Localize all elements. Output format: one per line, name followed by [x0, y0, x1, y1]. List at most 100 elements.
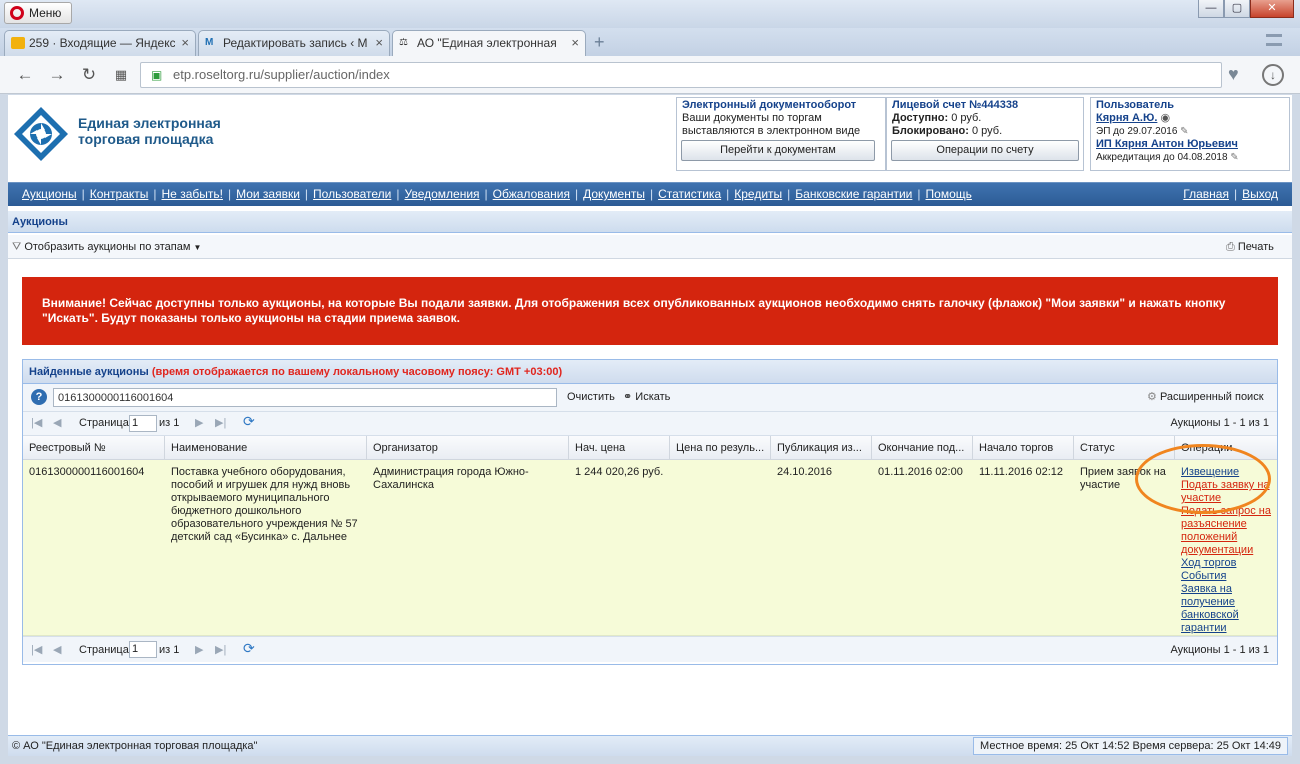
bank-guarantee-link[interactable]: Заявка на получение банковской гарантии — [1181, 583, 1274, 635]
eye-icon[interactable]: ◉ — [1160, 112, 1170, 124]
opera-menu-button[interactable]: Меню — [4, 2, 72, 24]
refresh-icon[interactable]: ⟳ — [243, 641, 255, 655]
bookmark-heart-icon[interactable]: ♥ — [1228, 64, 1239, 85]
menu-separator: | — [396, 187, 400, 201]
tab-label: 259 · Входящие — Яндекс — [29, 36, 175, 50]
chevron-down-icon: ▼ — [193, 243, 202, 252]
col-status[interactable]: Статус — [1074, 436, 1175, 460]
filter-stages-button[interactable]: ⛛ Отобразить аукционы по этапам ▼ — [12, 239, 201, 256]
first-page-icon[interactable]: |◀ — [31, 416, 42, 430]
col-name[interactable]: Наименование — [165, 436, 367, 460]
grid-title: Найденные аукционы — [29, 366, 149, 378]
menu-left-item-5[interactable]: Уведомления — [405, 183, 480, 205]
events-link[interactable]: События — [1181, 570, 1274, 583]
minimize-icon[interactable]: — — [1198, 0, 1224, 18]
menu-separator: | — [81, 187, 85, 201]
clarification-request-link[interactable]: Подать запрос на разъяснение положений д… — [1181, 505, 1274, 557]
edo-box: Электронный документооборот Ваши докумен… — [676, 97, 886, 171]
new-tab-icon[interactable]: + — [594, 32, 605, 53]
col-published[interactable]: Публикация из... — [771, 436, 872, 460]
site-logo[interactable]: Единая электронная торговая площадка — [12, 103, 252, 173]
close-tab-icon[interactable]: × — [375, 31, 383, 55]
advanced-search-label: Расширенный поиск — [1159, 391, 1264, 403]
auction-progress-link[interactable]: Ход торгов — [1181, 557, 1274, 570]
cell-operations: Извещение Подать заявку на участие Подат… — [1175, 466, 1278, 635]
advanced-search-button[interactable]: ⚙ Расширенный поиск — [1147, 390, 1264, 403]
refresh-icon[interactable]: ⟳ — [243, 414, 255, 428]
user-org-link[interactable]: ИП Кярня Антон Юрьевич — [1096, 138, 1238, 150]
menu-separator: | — [227, 187, 232, 201]
clear-button[interactable]: Очистить — [567, 391, 615, 403]
col-operations[interactable]: Операции — [1175, 436, 1278, 460]
submit-application-link[interactable]: Подать заявку на участие — [1181, 479, 1274, 505]
search-input[interactable] — [53, 388, 557, 407]
col-start-price[interactable]: Нач. цена — [569, 436, 670, 460]
tab-yandex-mail[interactable]: 259 · Входящие — Яндекс × — [4, 30, 196, 56]
cell-published: 24.10.2016 — [777, 466, 833, 478]
help-icon[interactable]: ? — [31, 389, 47, 405]
tab-roseltorg[interactable]: ⚖ АО "Единая электронная × — [392, 30, 586, 56]
menu-left-item-7[interactable]: Документы — [583, 183, 645, 205]
col-start-trade[interactable]: Начало торгов — [973, 436, 1074, 460]
download-icon[interactable]: ↓ — [1262, 64, 1284, 86]
user-name-link[interactable]: Кярня А.Ю. — [1096, 112, 1157, 124]
next-page-icon[interactable]: ▶ — [195, 643, 203, 657]
tab-edit-record[interactable]: M Редактировать запись ‹ М × — [198, 30, 390, 56]
time-display: Местное время: 25 Окт 14:52 Время сервер… — [973, 737, 1288, 755]
page: Единая электронная торговая площадка Эле… — [8, 95, 1292, 756]
prev-page-icon[interactable]: ◀ — [53, 643, 61, 657]
speed-dial-icon[interactable]: ▦ — [110, 64, 132, 86]
close-tab-icon[interactable]: × — [571, 31, 579, 55]
forward-icon[interactable]: → — [46, 64, 68, 86]
auctions-count: Аукционы 1 - 1 из 1 — [1170, 644, 1269, 656]
cell-end-apps: 01.11.2016 02:00 — [878, 466, 963, 478]
menu-left-item-2[interactable]: Не забыть! — [162, 183, 223, 205]
menu-right-item-1[interactable]: Выход — [1242, 183, 1278, 205]
print-button[interactable]: ⎙ Печать — [1226, 239, 1274, 255]
page-footer: © АО "Единая электронная торговая площад… — [8, 735, 1292, 756]
tab-menu-icon[interactable] — [1266, 34, 1282, 46]
user-title: Пользователь — [1096, 99, 1175, 111]
menu-left-item-0[interactable]: Аукционы — [22, 183, 77, 205]
search-button[interactable]: ⚭ Искать — [623, 390, 670, 403]
address-bar[interactable]: ▣ etp.roseltorg.ru/supplier/auction/inde… — [140, 62, 1222, 88]
last-page-icon[interactable]: ▶| — [215, 643, 226, 657]
menu-separator: | — [484, 187, 488, 201]
gavel-icon: ⚖ — [399, 37, 408, 48]
page-number-input[interactable]: 1 — [129, 415, 157, 432]
notice-link[interactable]: Извещение — [1181, 466, 1274, 479]
last-page-icon[interactable]: ▶| — [215, 416, 226, 430]
page-number-input[interactable]: 1 — [129, 641, 157, 658]
edit-pencil-icon[interactable]: ✎ — [1180, 126, 1188, 137]
menu-right-item-0[interactable]: Главная — [1183, 183, 1229, 205]
menu-left-item-3[interactable]: Мои заявки — [236, 183, 300, 205]
menu-left-item-4[interactable]: Пользователи — [313, 183, 391, 205]
prev-page-icon[interactable]: ◀ — [53, 416, 61, 430]
go-to-documents-button[interactable]: Перейти к документам — [681, 140, 875, 161]
maximize-icon[interactable]: ▢ — [1224, 0, 1250, 18]
col-result-price[interactable]: Цена по резуль... — [670, 436, 771, 460]
col-organizer[interactable]: Организатор — [367, 436, 569, 460]
col-reg-no[interactable]: Реестровый № — [23, 436, 165, 460]
cell-name: Поставка учебного оборудования, пособий … — [171, 466, 358, 543]
back-icon[interactable]: ← — [14, 64, 36, 86]
menu-left-item-8[interactable]: Статистика — [658, 183, 721, 205]
menu-left-item-11[interactable]: Помощь — [926, 183, 972, 205]
col-end-apps[interactable]: Окончание под... — [872, 436, 973, 460]
cell-start-trade: 11.11.2016 02:12 — [979, 466, 1064, 478]
account-operations-button[interactable]: Операции по счету — [891, 140, 1079, 161]
close-window-icon[interactable]: ✕ — [1250, 0, 1294, 18]
menu-left-item-6[interactable]: Обжалования — [493, 183, 570, 205]
menu-separator: | — [726, 187, 730, 201]
next-page-icon[interactable]: ▶ — [195, 416, 203, 430]
edit-pencil-icon[interactable]: ✎ — [1230, 152, 1238, 163]
menu-left-item-9[interactable]: Кредиты — [734, 183, 782, 205]
menu-left-item-10[interactable]: Банковские гарантии — [795, 183, 912, 205]
filter-stages-label: Отобразить аукционы по этапам — [24, 241, 191, 253]
first-page-icon[interactable]: |◀ — [31, 643, 42, 657]
reload-icon[interactable]: ↻ — [78, 64, 100, 86]
account-box: Лицевой счет №444338 Доступно: 0 руб. Бл… — [886, 97, 1084, 171]
menu-left-item-1[interactable]: Контракты — [90, 183, 149, 205]
close-tab-icon[interactable]: × — [181, 31, 189, 55]
bottom-pager: |◀ ◀ Страница 1 из 1 ▶ ▶| ⟳ Аукционы 1 -… — [23, 636, 1277, 662]
